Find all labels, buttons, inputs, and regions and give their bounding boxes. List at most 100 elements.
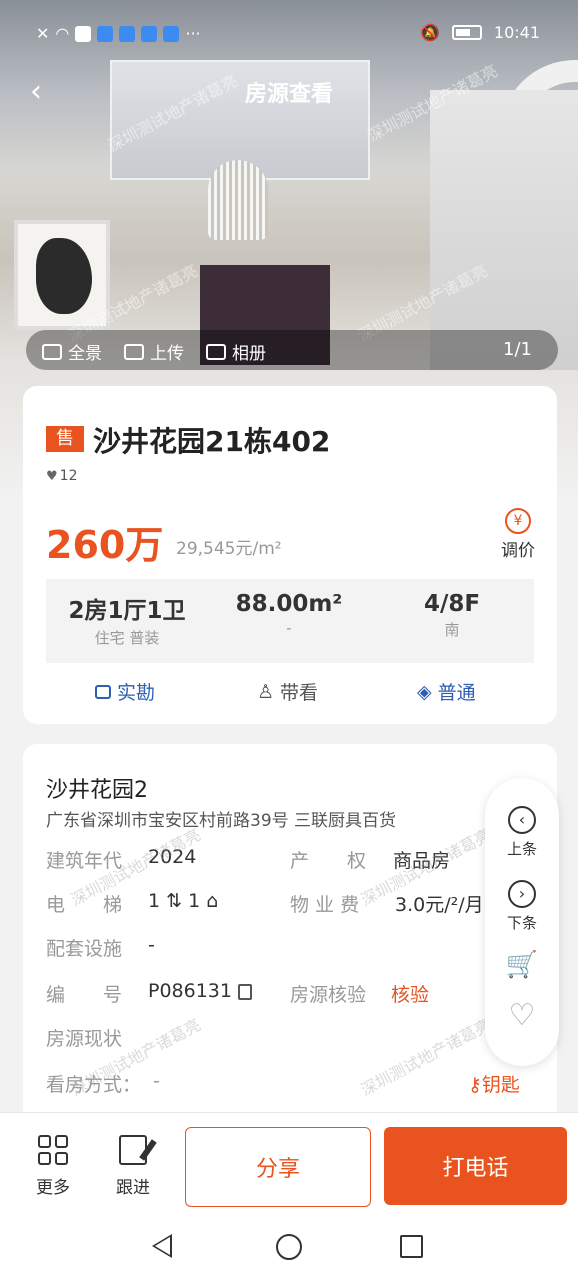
spec-main: 88.00m² [235,591,343,617]
facilities-label: 配套设施 [46,938,123,960]
listing-actions: 实勘 ♙ 带看 ◈ 普通 [23,678,557,708]
follow-up-label: 跟进 [116,1178,150,1198]
community-name[interactable]: 沙井花园2 [46,772,148,804]
recent-apps-icon[interactable] [400,1235,423,1258]
more-button[interactable]: 更多 [30,1135,76,1198]
fee-label: 物 业 费 [290,894,360,916]
community-address: 广东省深圳市宝安区村前路39号 三联厨具百货 [46,811,397,831]
page-title: 房源查看 [244,82,333,107]
back-triangle-icon[interactable] [152,1234,172,1258]
followers-count: 12 [59,468,78,484]
spec-sub: - [286,619,292,637]
wifi-icon: ◠ [55,24,70,43]
adjust-price-label: 调价 [501,541,535,561]
year-label: 建筑年代 [46,850,123,872]
total-price: 260万 [46,523,164,567]
household-count: 1 [188,890,201,912]
status-bar: ✕ ◠ ··· 🔕 10:41 [0,20,578,50]
cart-icon[interactable]: 🛒 [485,950,559,980]
chandelier-decor [208,160,268,240]
next-label: 下条 [506,914,537,932]
key-icon: ⚷ [468,1074,482,1096]
code-label: 编 号 [46,984,123,1006]
year-value: 2024 [148,846,197,868]
facilities-value: - [148,934,155,956]
app-icon [141,25,158,42]
prev-label: 上条 [506,840,537,858]
bottom-action-bar: 更多 跟进 分享 打电话 [0,1112,578,1222]
listing-title: 沙井花园21栋402 [93,425,331,458]
elevator-label: 电 梯 [46,894,123,916]
viewing-value: - [153,1070,160,1092]
next-listing-button[interactable]: › 下条 [485,880,559,933]
adjust-price-button[interactable]: ¥ 调价 [501,508,535,561]
showing-label: 带看 [280,682,319,704]
status-label: 房源现状 [46,1028,123,1050]
heart-icon: ♥ [46,468,58,484]
follow-up-button[interactable]: 跟进 [110,1135,156,1198]
spec-box: 2房1厅1卫 住宅 普装 88.00m² - 4/8F 南 [46,579,534,663]
favorite-icon[interactable]: ♡ [485,998,559,1033]
wall-decor [430,90,578,370]
upload-label: 上传 [150,344,184,364]
key-link[interactable]: ⚷钥匙 [468,1070,520,1097]
album-button[interactable]: 相册 [206,339,266,364]
elevator-count: 1 [148,890,161,912]
listing-card: 售 沙井花园21栋402 ♥ 12 260万 29,545元/m² ¥ 调价 2… [23,386,557,724]
rights-value: 商品房 [393,850,451,872]
elevator-value: 1 ⇅ 1 ⌂ [148,890,218,912]
key-label: 钥匙 [481,1074,520,1096]
level-button[interactable]: ◈ 普通 [417,678,476,705]
camera-icon [124,343,144,360]
image-icon [206,343,226,360]
fee-value: 3.0元/²/月 [395,894,484,916]
spec-area: 88.00m² - [208,591,370,637]
spec-floor: 4/8F 南 [370,591,534,640]
battery-icon [451,25,482,40]
camera-icon [95,684,111,699]
spec-sub: 住宅 普装 [94,629,160,647]
survey-label: 实勘 [117,682,156,704]
more-notifications: ··· [185,24,201,43]
spec-layout: 2房1厅1卫 住宅 普装 [46,591,208,648]
level-label: 普通 [437,682,476,704]
floating-nav: ‹ 上条 › 下条 🛒 ♡ [485,778,559,1066]
share-button[interactable]: 分享 [185,1127,371,1207]
call-button[interactable]: 打电话 [384,1127,567,1205]
prev-listing-button[interactable]: ‹ 上条 [485,806,559,859]
survey-button[interactable]: 实勘 [95,678,155,705]
panorama-label: 全景 [68,344,102,364]
code-value: P086131 [148,980,252,1002]
verify-link[interactable]: 核验 [391,980,429,1007]
sale-tag: 售 [46,426,84,452]
copy-icon[interactable] [238,983,252,1000]
app-icon [119,25,136,42]
chevron-left-circle-icon: ‹ [508,806,536,834]
community-card: 沙井花园2 广东省深圳市宝安区村前路39号 三联厨具百货 建筑年代 2024 产… [23,744,557,1144]
home-circle-icon[interactable] [276,1234,302,1260]
panorama-icon [42,343,62,360]
person-icon: ♙ [257,680,275,703]
chevron-right-circle-icon: › [508,880,536,908]
followers: ♥ 12 [46,468,77,484]
clock: 10:41 [493,23,540,42]
app-icon [97,25,114,42]
rights-label: 产 权 [290,850,367,872]
elevator-icon: ⇅ [166,890,183,912]
photo-page-indicator: 1/1 [503,339,532,360]
mute-icon: 🔕 [419,23,440,42]
spec-sub: 南 [444,621,460,639]
album-label: 相册 [232,344,266,364]
wall-art-decor [14,220,110,330]
title-bar: ‹ 房源查看 [0,70,578,110]
signal-icon: ✕ [36,24,50,43]
yen-refresh-icon: ¥ [505,508,531,534]
notification-icon [75,25,92,42]
media-bar: 全景 上传 相册 1/1 [26,330,558,370]
system-nav-bar [0,1222,578,1278]
showing-button[interactable]: ♙ 带看 [257,678,318,705]
edit-icon [119,1135,147,1165]
panorama-button[interactable]: 全景 [42,339,102,364]
upload-button[interactable]: 上传 [124,339,184,364]
code-text: P086131 [148,980,232,1002]
